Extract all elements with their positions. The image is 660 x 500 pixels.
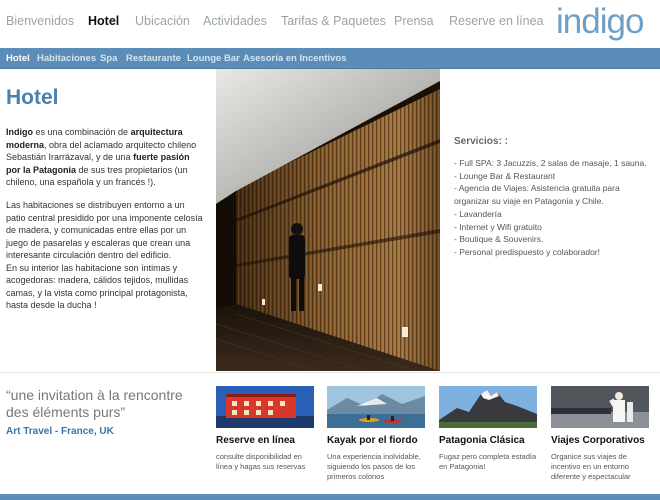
feature-description: Organice sus viajes de incentivo en un e… bbox=[551, 452, 631, 481]
nav-ubicacion[interactable]: Ubicación bbox=[135, 14, 190, 28]
corporate-travel-image bbox=[551, 386, 649, 428]
hotel-exterior-image bbox=[216, 386, 314, 428]
feature-title[interactable]: Patagonia Clásica bbox=[439, 435, 539, 446]
subnav-asesoria-incentivos[interactable]: Asesoría en Incentivos bbox=[243, 53, 346, 64]
rooms-text-1: Las habitaciones se distribuyen entorno … bbox=[6, 200, 203, 260]
services-list: - Full SPA: 3 Jacuzzis, 2 salas de masaj… bbox=[454, 157, 654, 259]
feature-description: consulte disponibilidad en línea y hagas… bbox=[216, 452, 306, 471]
nav-reserve-en-linea[interactable]: Reserve en línea bbox=[449, 14, 544, 28]
subnav-habitaciones[interactable]: Habitaciones bbox=[37, 53, 96, 64]
sub-navigation: Hotel Habitaciones Spa Restaurante Loung… bbox=[0, 48, 660, 69]
service-item: - Lounge Bar & Restaurant bbox=[454, 170, 556, 181]
service-item: - Agencia de Viajes: Asistencia gratuita… bbox=[454, 183, 620, 207]
feature-kayak[interactable]: Kayak por el fiordo Una experiencia inol… bbox=[327, 386, 427, 482]
feature-reserve-online[interactable]: Reserve en línea consulte disponibilidad… bbox=[216, 386, 316, 472]
feature-title[interactable]: Reserve en línea bbox=[216, 435, 316, 446]
kayak-thumbnail[interactable] bbox=[327, 386, 425, 428]
wooden-lattice-wall-image bbox=[216, 69, 440, 371]
feature-description: Una experiencia inolvidable, siguiendo l… bbox=[327, 452, 421, 481]
nav-actividades[interactable]: Actividades bbox=[203, 14, 267, 28]
feature-patagonia[interactable]: Patagonia Clásica Fugaz pero completa es… bbox=[439, 386, 539, 472]
intro-text-1: es una combinación de bbox=[33, 127, 131, 137]
section-divider bbox=[0, 372, 660, 373]
subnav-spa[interactable]: Spa bbox=[100, 53, 117, 64]
subnav-restaurante[interactable]: Restaurante bbox=[126, 53, 181, 64]
service-item: - Personal predispuesto y colaborador! bbox=[454, 246, 600, 257]
nav-prensa[interactable]: Prensa bbox=[394, 14, 434, 28]
subnav-hotel[interactable]: Hotel bbox=[6, 53, 30, 64]
kayak-fjord-image bbox=[327, 386, 425, 428]
nav-hotel[interactable]: Hotel bbox=[88, 14, 119, 28]
nav-tarifas-paquetes[interactable]: Tarifas & Paquetes bbox=[281, 14, 386, 28]
feature-description: Fugaz pero completa estadía en Patagonia… bbox=[439, 452, 537, 471]
page-title: Hotel bbox=[6, 86, 59, 109]
service-item: - Internet y Wifi gratuito bbox=[454, 221, 542, 232]
rooms-text-2: En su interior las habitacione son íntim… bbox=[6, 262, 189, 311]
service-item: - Boutique & Souvenirs. bbox=[454, 234, 544, 245]
patagonia-thumbnail[interactable] bbox=[439, 386, 537, 428]
service-item: - Full SPA: 3 Jacuzzis, 2 salas de masaj… bbox=[454, 158, 647, 168]
intro-paragraph: Indigo es una combinación de arquitectur… bbox=[6, 126, 206, 189]
services-heading: Servicios: : bbox=[454, 136, 508, 147]
footer-bar bbox=[0, 494, 660, 500]
intro-bold-indigo: Indigo bbox=[6, 127, 33, 137]
quote-source-link[interactable]: Art Travel - France, UK bbox=[6, 426, 114, 437]
main-navigation: Bienvenidos Hotel Ubicación Actividades … bbox=[0, 0, 660, 48]
subnav-lounge-bar[interactable]: Lounge Bar bbox=[187, 53, 240, 64]
feature-title[interactable]: Kayak por el fiordo bbox=[327, 435, 427, 446]
indigo-logo[interactable]: indigo bbox=[556, 2, 644, 42]
press-quote: “une invitation à la rencontre des éléme… bbox=[6, 387, 183, 420]
torres-mountains-image bbox=[439, 386, 537, 428]
hotel-interior-photo bbox=[216, 69, 440, 371]
rooms-paragraph: Las habitaciones se distribuyen entorno … bbox=[6, 199, 206, 312]
feature-corporate[interactable]: Viajes Corporativos Organice sus viajes … bbox=[551, 386, 651, 482]
corporate-thumbnail[interactable] bbox=[551, 386, 649, 428]
nav-bienvenidos[interactable]: Bienvenidos bbox=[6, 14, 74, 28]
service-item: - Lavandería bbox=[454, 208, 502, 219]
hotel-exterior-thumbnail[interactable] bbox=[216, 386, 314, 428]
feature-title[interactable]: Viajes Corporativos bbox=[551, 435, 651, 446]
